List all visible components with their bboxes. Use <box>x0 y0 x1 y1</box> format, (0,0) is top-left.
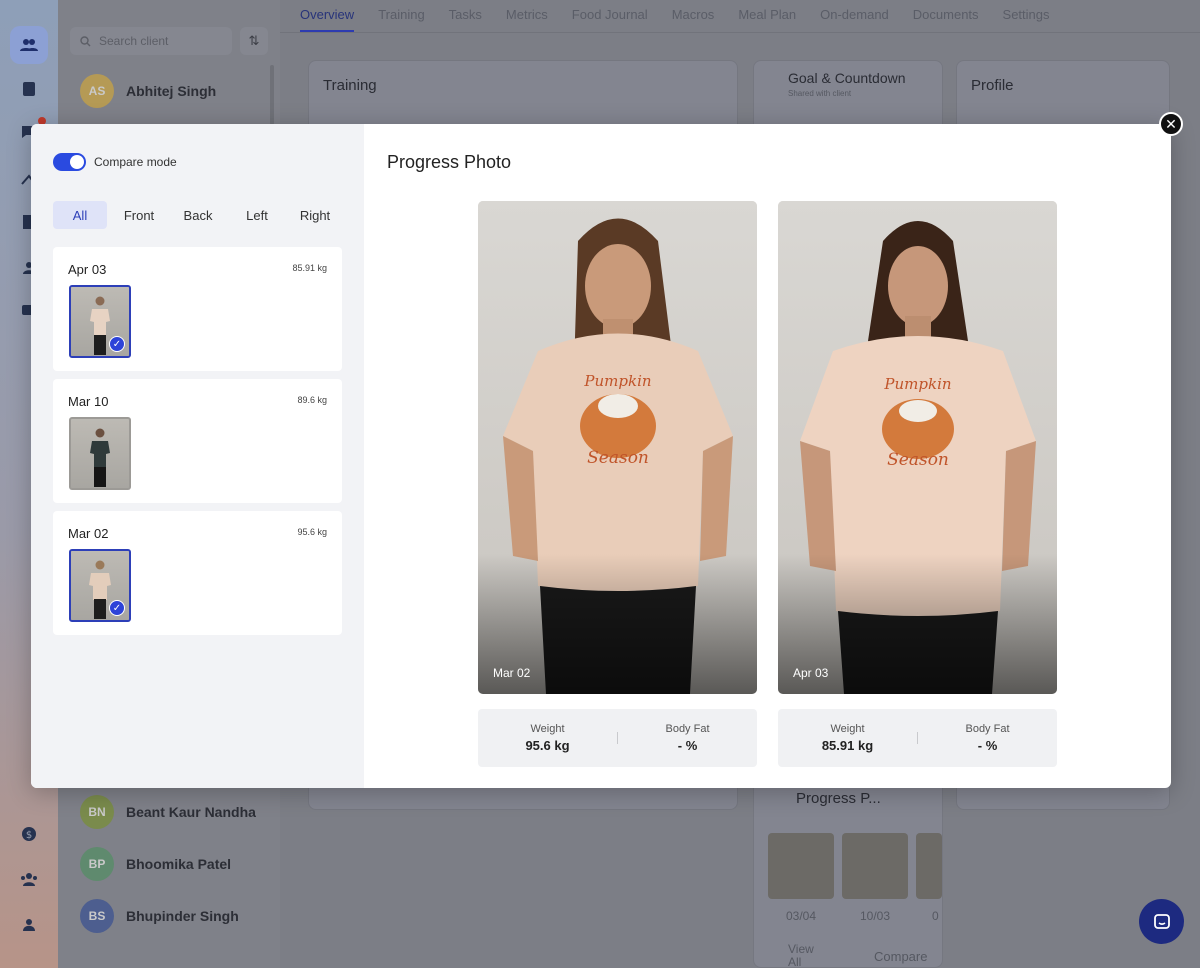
filter-right-button[interactable]: Right <box>289 201 341 229</box>
goal-card-subtitle: Shared with client <box>788 89 852 98</box>
check-icon: ✓ <box>109 336 125 352</box>
progress-thumb[interactable] <box>916 833 942 899</box>
nav-profile-icon[interactable] <box>10 906 48 944</box>
tab-metrics[interactable]: Metrics <box>506 0 548 32</box>
entry-weight: 89.6 kg <box>297 395 327 405</box>
training-card-title: Training <box>323 77 377 94</box>
entry-weight: 95.6 kg <box>297 527 327 537</box>
progress-thumb[interactable] <box>842 833 908 899</box>
photo-entry: Mar 10 89.6 kg <box>53 379 342 503</box>
photo-date-caption: Apr 03 <box>793 666 829 680</box>
client-item[interactable]: BS Bhupinder Singh <box>80 899 239 933</box>
client-item[interactable]: BN Beant Kaur Nandha <box>80 795 256 829</box>
tab-documents[interactable]: Documents <box>913 0 979 32</box>
weight-label: Weight <box>530 723 565 735</box>
client-item[interactable]: AS Abhitej Singh <box>80 74 216 108</box>
entry-weight: 85.91 kg <box>292 263 327 273</box>
weight-stat: Weight 85.91 kg <box>778 723 917 753</box>
filter-left-button[interactable]: Left <box>225 201 289 229</box>
photo-thumbnail[interactable]: ✓ <box>69 549 131 622</box>
compare-mode-label: Compare mode <box>94 155 177 169</box>
view-all-link[interactable]: View All <box>788 943 824 968</box>
photo-thumbnail[interactable]: ✓ <box>69 285 131 358</box>
avatar: BP <box>80 847 114 881</box>
progress-thumb-date: 03/04 <box>786 909 817 923</box>
weight-value: 85.91 kg <box>821 738 874 753</box>
weight-stat: Weight 95.6 kg <box>478 723 617 753</box>
svg-text:Season: Season <box>587 448 649 468</box>
tab-training[interactable]: Training <box>378 0 424 32</box>
client-name: Abhitej Singh <box>126 83 217 99</box>
modal-title: Progress Photo <box>387 152 512 172</box>
progress-photo-modal: Compare mode All Front Back Left Right A… <box>31 124 1171 788</box>
tab-meal-plan[interactable]: Meal Plan <box>738 0 796 32</box>
sort-icon[interactable]: ⇅ <box>240 27 268 55</box>
nav-community-icon[interactable] <box>10 860 48 898</box>
bodyfat-stat: Body Fat - % <box>918 723 1057 753</box>
progress-thumb[interactable] <box>768 833 834 899</box>
filter-front-button[interactable]: Front <box>107 201 171 229</box>
photo-thumbnail[interactable] <box>69 417 131 490</box>
photo-stats: Weight 95.6 kg Body Fat - % <box>478 709 757 767</box>
client-name: Beant Kaur Nandha <box>126 804 256 820</box>
tab-settings[interactable]: Settings <box>1003 0 1050 32</box>
entry-date: Apr 03 <box>68 262 107 277</box>
photo-entry: Apr 03 85.91 kg ✓ <box>53 247 342 371</box>
close-icon[interactable]: ✕ <box>1159 112 1183 136</box>
photo-list-sidebar: Compare mode All Front Back Left Right A… <box>31 124 364 788</box>
tab-tasks[interactable]: Tasks <box>449 0 482 32</box>
compare-link[interactable]: Compare <box>874 949 927 964</box>
compare-photo-right[interactable]: Pumpkin Season Apr 03 <box>778 201 1057 694</box>
svg-text:Pumpkin: Pumpkin <box>883 375 951 393</box>
pose-filter: All Front Back Left Right <box>53 201 341 229</box>
bodyfat-stat: Body Fat - % <box>618 723 757 753</box>
avatar: AS <box>80 74 114 108</box>
search-placeholder: Search client <box>99 34 169 48</box>
client-item[interactable]: BP Bhoomika Patel <box>80 847 231 881</box>
entry-date: Mar 02 <box>68 526 109 541</box>
support-chat-button[interactable] <box>1139 899 1184 944</box>
tab-food-journal[interactable]: Food Journal <box>572 0 648 32</box>
progress-card-title: Progress P... <box>796 790 881 807</box>
compare-mode-toggle[interactable] <box>53 153 86 171</box>
bodyfat-label: Body Fat <box>665 723 710 735</box>
progress-thumb-date: 0 <box>932 909 939 923</box>
client-name: Bhoomika Patel <box>126 856 232 872</box>
search-icon <box>80 35 91 46</box>
svg-text:Pumpkin: Pumpkin <box>583 372 651 390</box>
client-search-input[interactable]: Search client <box>70 27 232 55</box>
goal-card-title: Goal & Countdown <box>788 70 906 86</box>
progress-thumb-date: 10/03 <box>860 909 891 923</box>
tab-on-demand[interactable]: On-demand <box>820 0 889 32</box>
tabs-divider <box>280 32 1200 33</box>
profile-card-title: Profile <box>971 77 1014 94</box>
compare-mode-row: Compare mode <box>53 153 177 171</box>
compare-photo-left[interactable]: Pumpkin Season Mar 02 <box>478 201 757 694</box>
nav-clients-icon[interactable] <box>10 26 48 64</box>
client-list-scrollbar[interactable] <box>270 65 274 125</box>
check-icon: ✓ <box>109 600 125 616</box>
photo-compare-area: Progress Photo Pumpkin Season Mar 02 Pum… <box>364 124 1171 788</box>
bodyfat-label: Body Fat <box>965 723 1010 735</box>
avatar: BN <box>80 795 114 829</box>
bodyfat-value: - % <box>677 738 698 753</box>
nav-library-icon[interactable] <box>10 70 48 108</box>
tab-overview[interactable]: Overview <box>300 0 355 32</box>
avatar: BS <box>80 899 114 933</box>
svg-text:Season: Season <box>887 450 949 470</box>
entry-date: Mar 10 <box>68 394 109 409</box>
tab-macros[interactable]: Macros <box>672 0 715 32</box>
photo-stats: Weight 85.91 kg Body Fat - % <box>778 709 1057 767</box>
svg-text:$: $ <box>26 830 32 841</box>
photo-entry: Mar 02 95.6 kg ✓ <box>53 511 342 635</box>
filter-back-button[interactable]: Back <box>171 201 225 229</box>
weight-label: Weight <box>830 723 865 735</box>
client-tabs: Overview Training Tasks Metrics Food Jou… <box>300 0 1050 32</box>
photo-date-caption: Mar 02 <box>493 666 531 680</box>
client-name: Bhupinder Singh <box>126 908 239 924</box>
nav-billing-icon[interactable]: $ <box>10 815 48 853</box>
bodyfat-value: - % <box>977 738 998 753</box>
weight-value: 95.6 kg <box>525 738 570 753</box>
filter-all-button[interactable]: All <box>53 201 107 229</box>
